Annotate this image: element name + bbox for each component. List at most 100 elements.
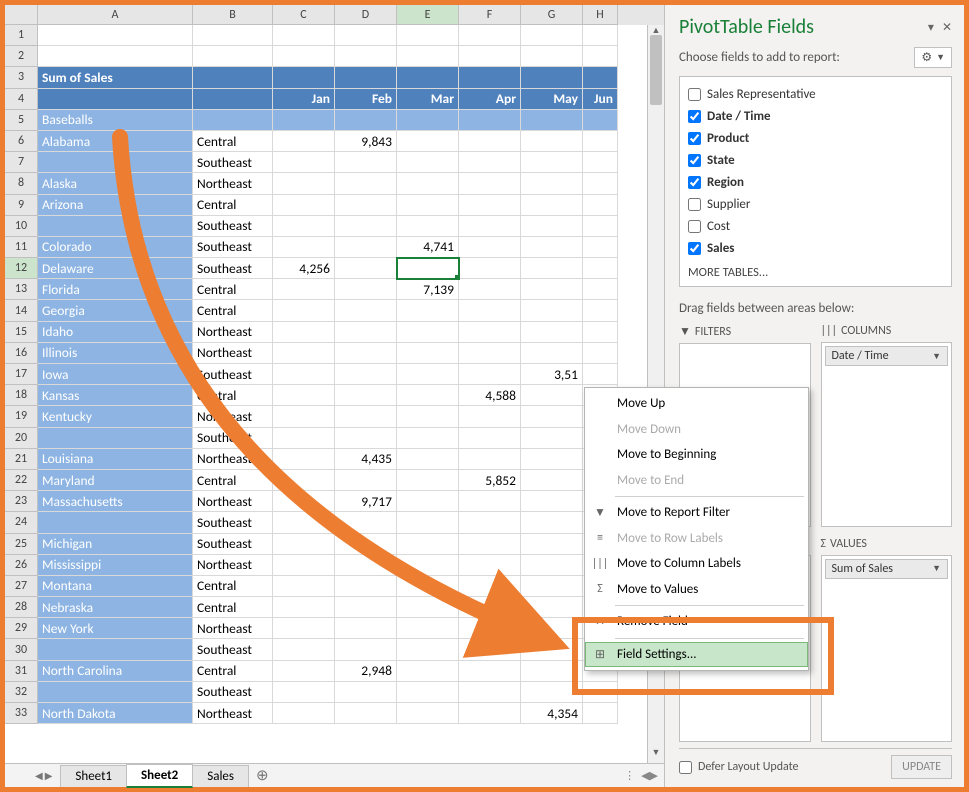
cell[interactable]: Alaska [38, 173, 193, 194]
cell[interactable] [583, 343, 618, 364]
cell[interactable] [397, 470, 459, 491]
cell[interactable] [273, 491, 335, 512]
cell[interactable]: Central [193, 597, 273, 618]
cell[interactable]: Feb [335, 89, 397, 110]
cell[interactable] [459, 195, 521, 216]
field-row[interactable]: State [688, 149, 943, 171]
close-pane-icon[interactable]: ✕ [942, 20, 952, 35]
cell[interactable] [397, 110, 459, 131]
field-row[interactable]: Date / Time [688, 105, 943, 127]
field-checkbox[interactable] [688, 176, 701, 189]
row-header[interactable]: 16 [5, 343, 38, 364]
cell[interactable] [397, 25, 459, 46]
cell[interactable] [521, 555, 583, 576]
cell[interactable]: Central [193, 385, 273, 406]
cell[interactable] [521, 512, 583, 533]
cell[interactable] [397, 703, 459, 724]
cell[interactable]: Arizona [38, 195, 193, 216]
row-header[interactable]: 6 [5, 131, 38, 152]
defer-layout-checkbox[interactable]: Defer Layout Update [679, 760, 799, 774]
col-header-G[interactable]: G [521, 5, 583, 25]
cell[interactable]: Kentucky [38, 406, 193, 427]
cell[interactable] [459, 406, 521, 427]
cell[interactable] [459, 152, 521, 173]
cell[interactable] [397, 216, 459, 237]
cell[interactable] [335, 195, 397, 216]
cell[interactable] [397, 46, 459, 67]
cell[interactable] [273, 406, 335, 427]
row-header[interactable]: 22 [5, 470, 38, 491]
cell[interactable] [397, 597, 459, 618]
field-row[interactable]: Cost [688, 215, 943, 237]
cell[interactable] [459, 343, 521, 364]
cell[interactable]: May [521, 89, 583, 110]
row-header[interactable]: 30 [5, 639, 38, 660]
cell[interactable] [521, 195, 583, 216]
cell[interactable]: Southeast [193, 428, 273, 449]
cell[interactable]: Northeast [193, 618, 273, 639]
cell[interactable]: 5,852 [459, 470, 521, 491]
select-all-corner[interactable] [5, 5, 38, 25]
context-menu-item[interactable]: ΣMove to Values [585, 577, 808, 603]
cell[interactable] [335, 385, 397, 406]
cell[interactable] [521, 682, 583, 703]
cell[interactable]: Southeast [193, 639, 273, 660]
cell[interactable] [335, 279, 397, 300]
row-header[interactable]: 1 [5, 25, 38, 46]
field-checkbox[interactable] [688, 88, 701, 101]
cell[interactable] [459, 597, 521, 618]
cell[interactable] [397, 152, 459, 173]
cell[interactable]: Northeast [193, 406, 273, 427]
cell[interactable] [459, 110, 521, 131]
cell[interactable]: Central [193, 576, 273, 597]
cell[interactable] [273, 385, 335, 406]
cell[interactable] [273, 322, 335, 343]
tabs-split-icon[interactable]: ◀▶ [641, 769, 658, 782]
cell[interactable] [273, 300, 335, 321]
cell[interactable] [521, 470, 583, 491]
cell[interactable] [459, 279, 521, 300]
row-header[interactable]: 12 [5, 258, 38, 279]
field-checkbox[interactable] [688, 132, 701, 145]
cell[interactable] [459, 682, 521, 703]
cell[interactable] [459, 322, 521, 343]
cell[interactable] [273, 25, 335, 46]
context-menu-item[interactable]: |||Move to Column Labels [585, 551, 808, 577]
cell[interactable] [397, 449, 459, 470]
cell[interactable]: Northeast [193, 173, 273, 194]
cell[interactable] [521, 300, 583, 321]
cell[interactable]: Southeast [193, 364, 273, 385]
cell[interactable]: 4,741 [397, 237, 459, 258]
cell[interactable] [397, 555, 459, 576]
row-header[interactable]: 18 [5, 385, 38, 406]
row-header[interactable]: 26 [5, 555, 38, 576]
cell[interactable] [397, 343, 459, 364]
cell[interactable] [335, 25, 397, 46]
col-header-D[interactable]: D [335, 5, 397, 25]
cell[interactable] [459, 534, 521, 555]
cell[interactable] [273, 131, 335, 152]
context-menu-item[interactable]: ⊞Field Settings... [585, 642, 808, 668]
cell[interactable] [273, 67, 335, 88]
cell[interactable] [335, 512, 397, 533]
cell[interactable] [397, 131, 459, 152]
cell[interactable]: 4,588 [459, 385, 521, 406]
row-header[interactable]: 21 [5, 449, 38, 470]
gear-button[interactable]: ⚙▼ [914, 47, 952, 68]
cell[interactable] [459, 237, 521, 258]
cell[interactable] [521, 406, 583, 427]
cell[interactable]: Sum of Sales [38, 67, 193, 88]
cell[interactable] [335, 406, 397, 427]
cell[interactable] [459, 703, 521, 724]
cell[interactable] [38, 46, 193, 67]
cell[interactable] [397, 682, 459, 703]
cell[interactable] [459, 576, 521, 597]
row-header[interactable]: 19 [5, 406, 38, 427]
cell[interactable] [335, 364, 397, 385]
row-header[interactable]: 5 [5, 110, 38, 131]
cell[interactable] [459, 131, 521, 152]
cell[interactable] [521, 67, 583, 88]
cell[interactable] [583, 300, 618, 321]
cell[interactable]: Idaho [38, 322, 193, 343]
cell[interactable] [273, 682, 335, 703]
